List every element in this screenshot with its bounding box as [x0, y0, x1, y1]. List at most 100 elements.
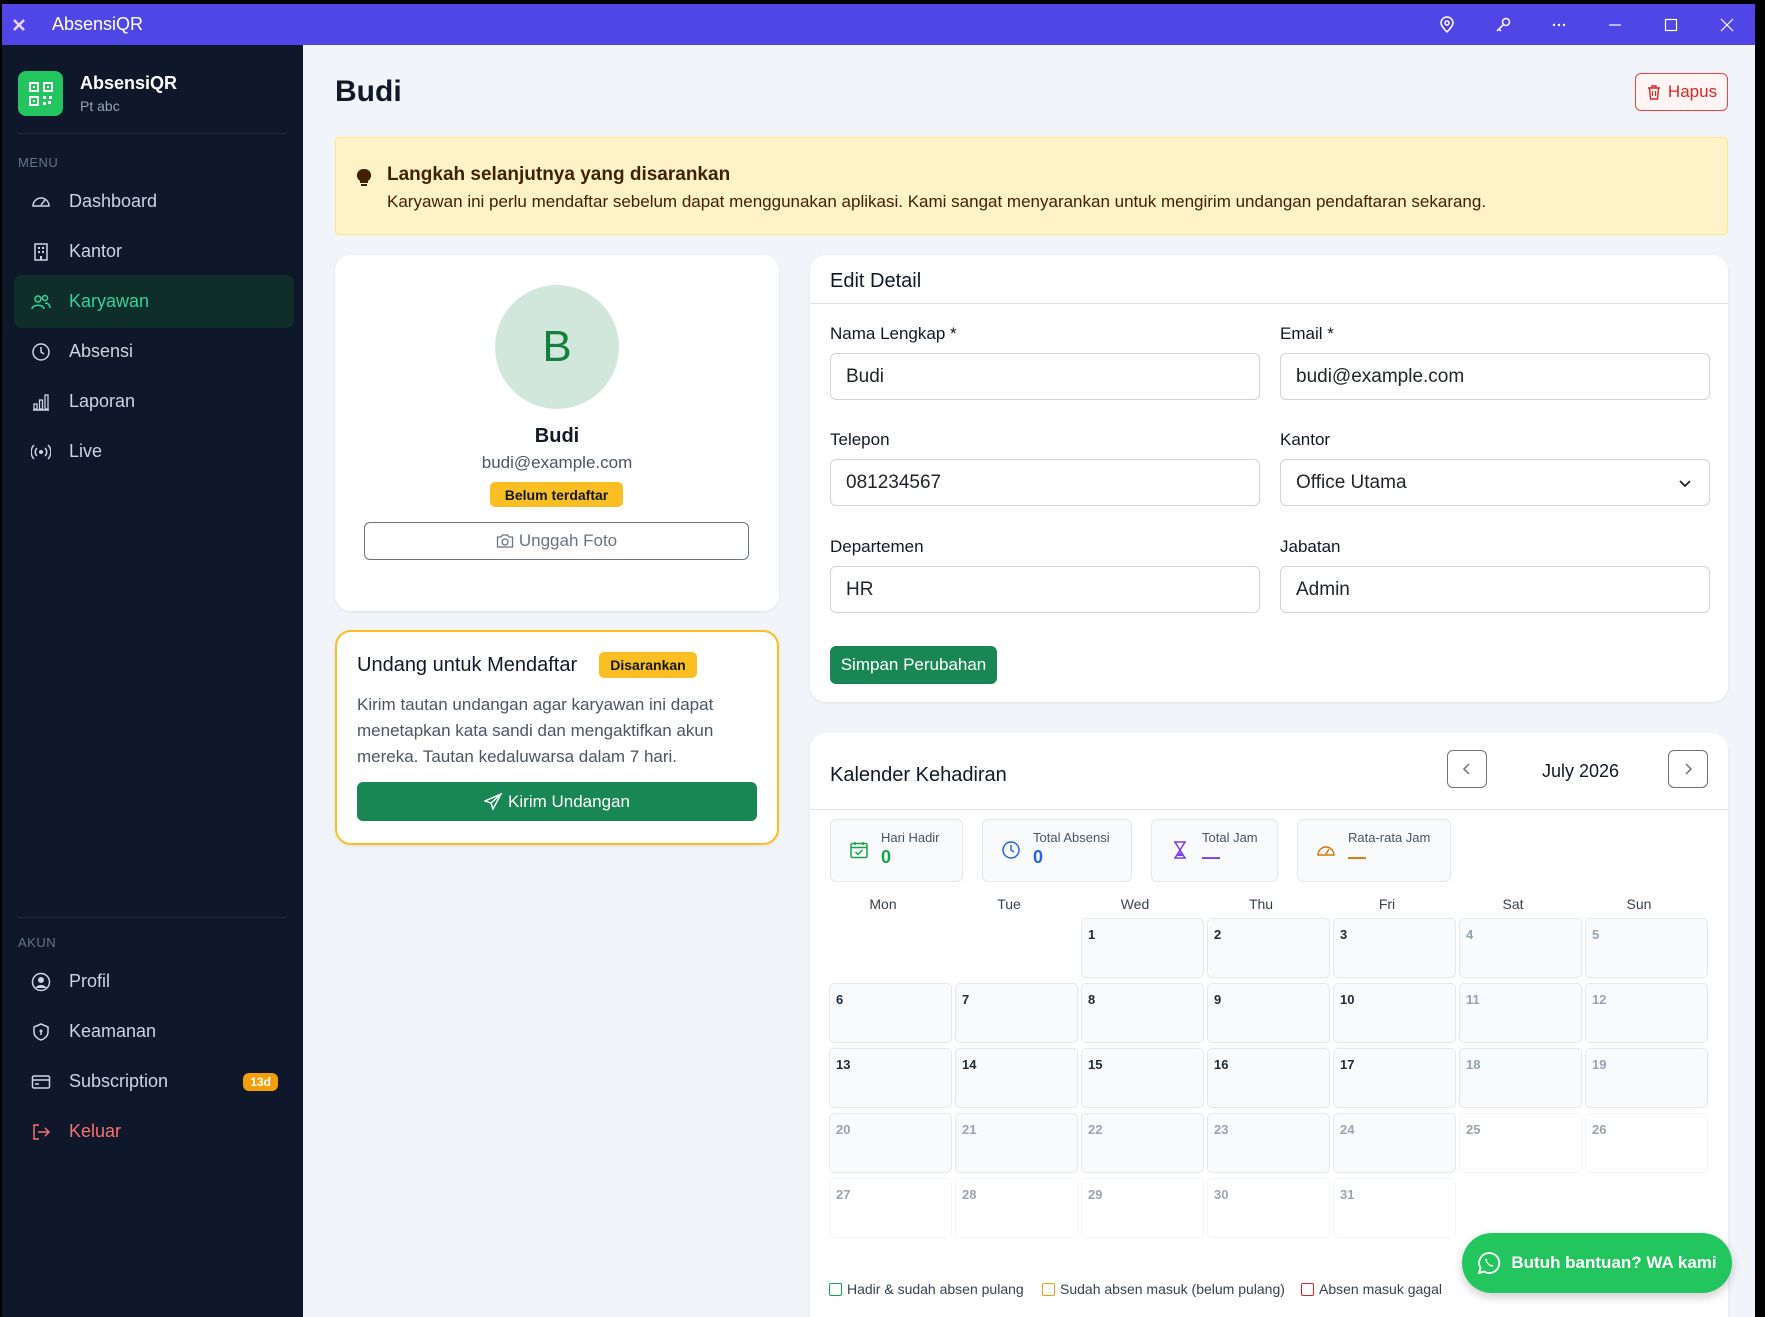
calendar-day[interactable]: 19 — [1585, 1048, 1708, 1108]
calendar-day-number: 3 — [1340, 927, 1348, 942]
calendar-day[interactable]: 3 — [1333, 918, 1456, 978]
calendar-day[interactable]: 4 — [1459, 918, 1582, 978]
legend-swatch — [1042, 1282, 1055, 1296]
calendar-day[interactable]: 1 — [1081, 918, 1204, 978]
next-month-button[interactable] — [1668, 750, 1708, 788]
calendar-day-number: 10 — [1340, 992, 1355, 1007]
user-circle-icon — [30, 971, 52, 993]
sidebar-item-karyawan[interactable]: Karyawan — [14, 275, 294, 328]
calendar-day[interactable]: 29 — [1081, 1178, 1204, 1238]
sidebar-item-kantor[interactable]: Kantor — [14, 225, 294, 278]
calendar-day-number: 24 — [1340, 1122, 1355, 1137]
send-invite-button[interactable]: Kirim Undangan — [357, 782, 757, 821]
calendar-day[interactable]: 23 — [1207, 1113, 1330, 1173]
minimize-icon[interactable] — [1587, 4, 1643, 45]
email-input[interactable]: budi@example.com — [1280, 353, 1710, 400]
sidebar-item-profil[interactable]: Profil — [14, 955, 294, 1008]
position-label: Jabatan — [1280, 537, 1341, 556]
calendar-day-number: 18 — [1466, 1057, 1481, 1072]
calendar-day[interactable]: 15 — [1081, 1048, 1204, 1108]
app-icon — [10, 16, 28, 34]
more-icon[interactable] — [1531, 4, 1587, 45]
office-select[interactable]: Office Utama — [1280, 459, 1710, 506]
users-icon — [30, 291, 52, 313]
sidebar-item-live[interactable]: Live — [14, 425, 294, 478]
profile-name: Budi — [534, 425, 580, 447]
calendar-day[interactable]: 21 — [955, 1113, 1078, 1173]
calendar-divider — [810, 809, 1728, 810]
legend-swatch — [829, 1282, 842, 1296]
calendar-day[interactable]: 24 — [1333, 1113, 1456, 1173]
calendar-day[interactable]: 26 — [1585, 1113, 1708, 1173]
email-label: Email * — [1280, 324, 1334, 343]
calendar-day-number: 14 — [962, 1057, 977, 1072]
close-icon[interactable] — [1699, 4, 1755, 45]
calendar-day[interactable]: 14 — [955, 1048, 1078, 1108]
calendar-day[interactable]: 31 — [1333, 1178, 1456, 1238]
calendar-day[interactable]: 18 — [1459, 1048, 1582, 1108]
calendar-day[interactable]: 20 — [829, 1113, 952, 1173]
speedometer-icon — [1316, 840, 1336, 865]
sidebar-item-keluar[interactable]: Keluar — [14, 1105, 294, 1158]
weekday-label: Mon — [869, 896, 897, 912]
invite-text: Kirim tautan undangan agar karyawan ini … — [357, 695, 714, 766]
calendar-day[interactable]: 22 — [1081, 1113, 1204, 1173]
calendar-day[interactable]: 12 — [1585, 983, 1708, 1043]
calendar-day[interactable]: 27 — [829, 1178, 952, 1238]
name-input[interactable]: Budi — [830, 353, 1260, 400]
calendar-day[interactable]: 9 — [1207, 983, 1330, 1043]
calendar-day[interactable]: 6 — [829, 983, 952, 1043]
calendar-day-number: 26 — [1592, 1122, 1607, 1137]
month-label: July 2026 — [1542, 761, 1620, 781]
calendar-day-number: 6 — [836, 992, 844, 1007]
brand-name: AbsensiQR — [80, 73, 178, 93]
calendar-day[interactable]: 7 — [955, 983, 1078, 1043]
sidebar-item-label: Karyawan — [69, 291, 150, 311]
position-input[interactable]: Admin — [1280, 566, 1710, 613]
save-button[interactable]: Simpan Perubahan — [830, 646, 997, 684]
calendar-day-number: 28 — [962, 1187, 977, 1202]
weekday-label: Wed — [1120, 896, 1150, 912]
department-input[interactable]: HR — [830, 566, 1260, 613]
sidebar-item-absensi[interactable]: Absensi — [14, 325, 294, 378]
stat-label: Rata-rata Jam — [1348, 830, 1431, 845]
calendar-day[interactable]: 28 — [955, 1178, 1078, 1238]
calendar-day-number: 9 — [1214, 992, 1222, 1007]
window-title: AbsensiQR — [52, 14, 144, 34]
weekday-label: Fri — [1378, 896, 1396, 912]
broadcast-icon — [30, 441, 52, 463]
delete-button[interactable]: Hapus — [1635, 73, 1728, 111]
calendar-day[interactable]: 13 — [829, 1048, 952, 1108]
sidebar-item-dashboard[interactable]: Dashboard — [14, 175, 294, 228]
calendar-day[interactable]: 16 — [1207, 1048, 1330, 1108]
location-icon[interactable] — [1419, 4, 1475, 45]
phone-input[interactable]: 081234567 — [830, 459, 1260, 506]
invite-card: Undang untuk Mendaftar Disarankan Kirim … — [335, 630, 779, 845]
sidebar-item-keamanan[interactable]: Keamanan — [14, 1005, 294, 1058]
calendar-day[interactable]: 17 — [1333, 1048, 1456, 1108]
prev-month-button[interactable] — [1447, 750, 1487, 788]
calendar-day[interactable]: 10 — [1333, 983, 1456, 1043]
legend-item: Sudah absen masuk (belum pulang) — [1042, 1281, 1285, 1297]
send-invite-label: Kirim Undangan — [508, 791, 630, 811]
edit-detail-card: Edit Detail Nama Lengkap * Budi Email * … — [810, 255, 1728, 702]
calendar-day[interactable]: 8 — [1081, 983, 1204, 1043]
calendar-day[interactable]: 11 — [1459, 983, 1582, 1043]
sidebar-item-label: Keluar — [69, 1121, 122, 1141]
calendar-day[interactable]: 30 — [1207, 1178, 1330, 1238]
sidebar-item-subscription[interactable]: Subscription 13d — [14, 1055, 294, 1108]
maximize-icon[interactable] — [1643, 4, 1699, 45]
calendar-day[interactable]: 5 — [1585, 918, 1708, 978]
calendar-day-number: 5 — [1592, 927, 1600, 942]
stat-label: Total Jam — [1202, 830, 1258, 845]
calendar-day[interactable]: 25 — [1459, 1113, 1582, 1173]
upload-photo-button[interactable]: Unggah Foto — [364, 522, 749, 560]
qr-logo-icon — [18, 71, 63, 116]
sidebar-item-laporan[interactable]: Laporan — [14, 375, 294, 428]
brand[interactable]: AbsensiQR Pt abc — [18, 71, 177, 116]
calendar-day[interactable]: 2 — [1207, 918, 1330, 978]
whatsapp-help-button[interactable]: Butuh bantuan? WA kami — [1462, 1233, 1732, 1293]
key-icon[interactable] — [1475, 4, 1531, 45]
camera-icon — [496, 534, 513, 548]
calendar-day-number: 2 — [1214, 927, 1222, 942]
